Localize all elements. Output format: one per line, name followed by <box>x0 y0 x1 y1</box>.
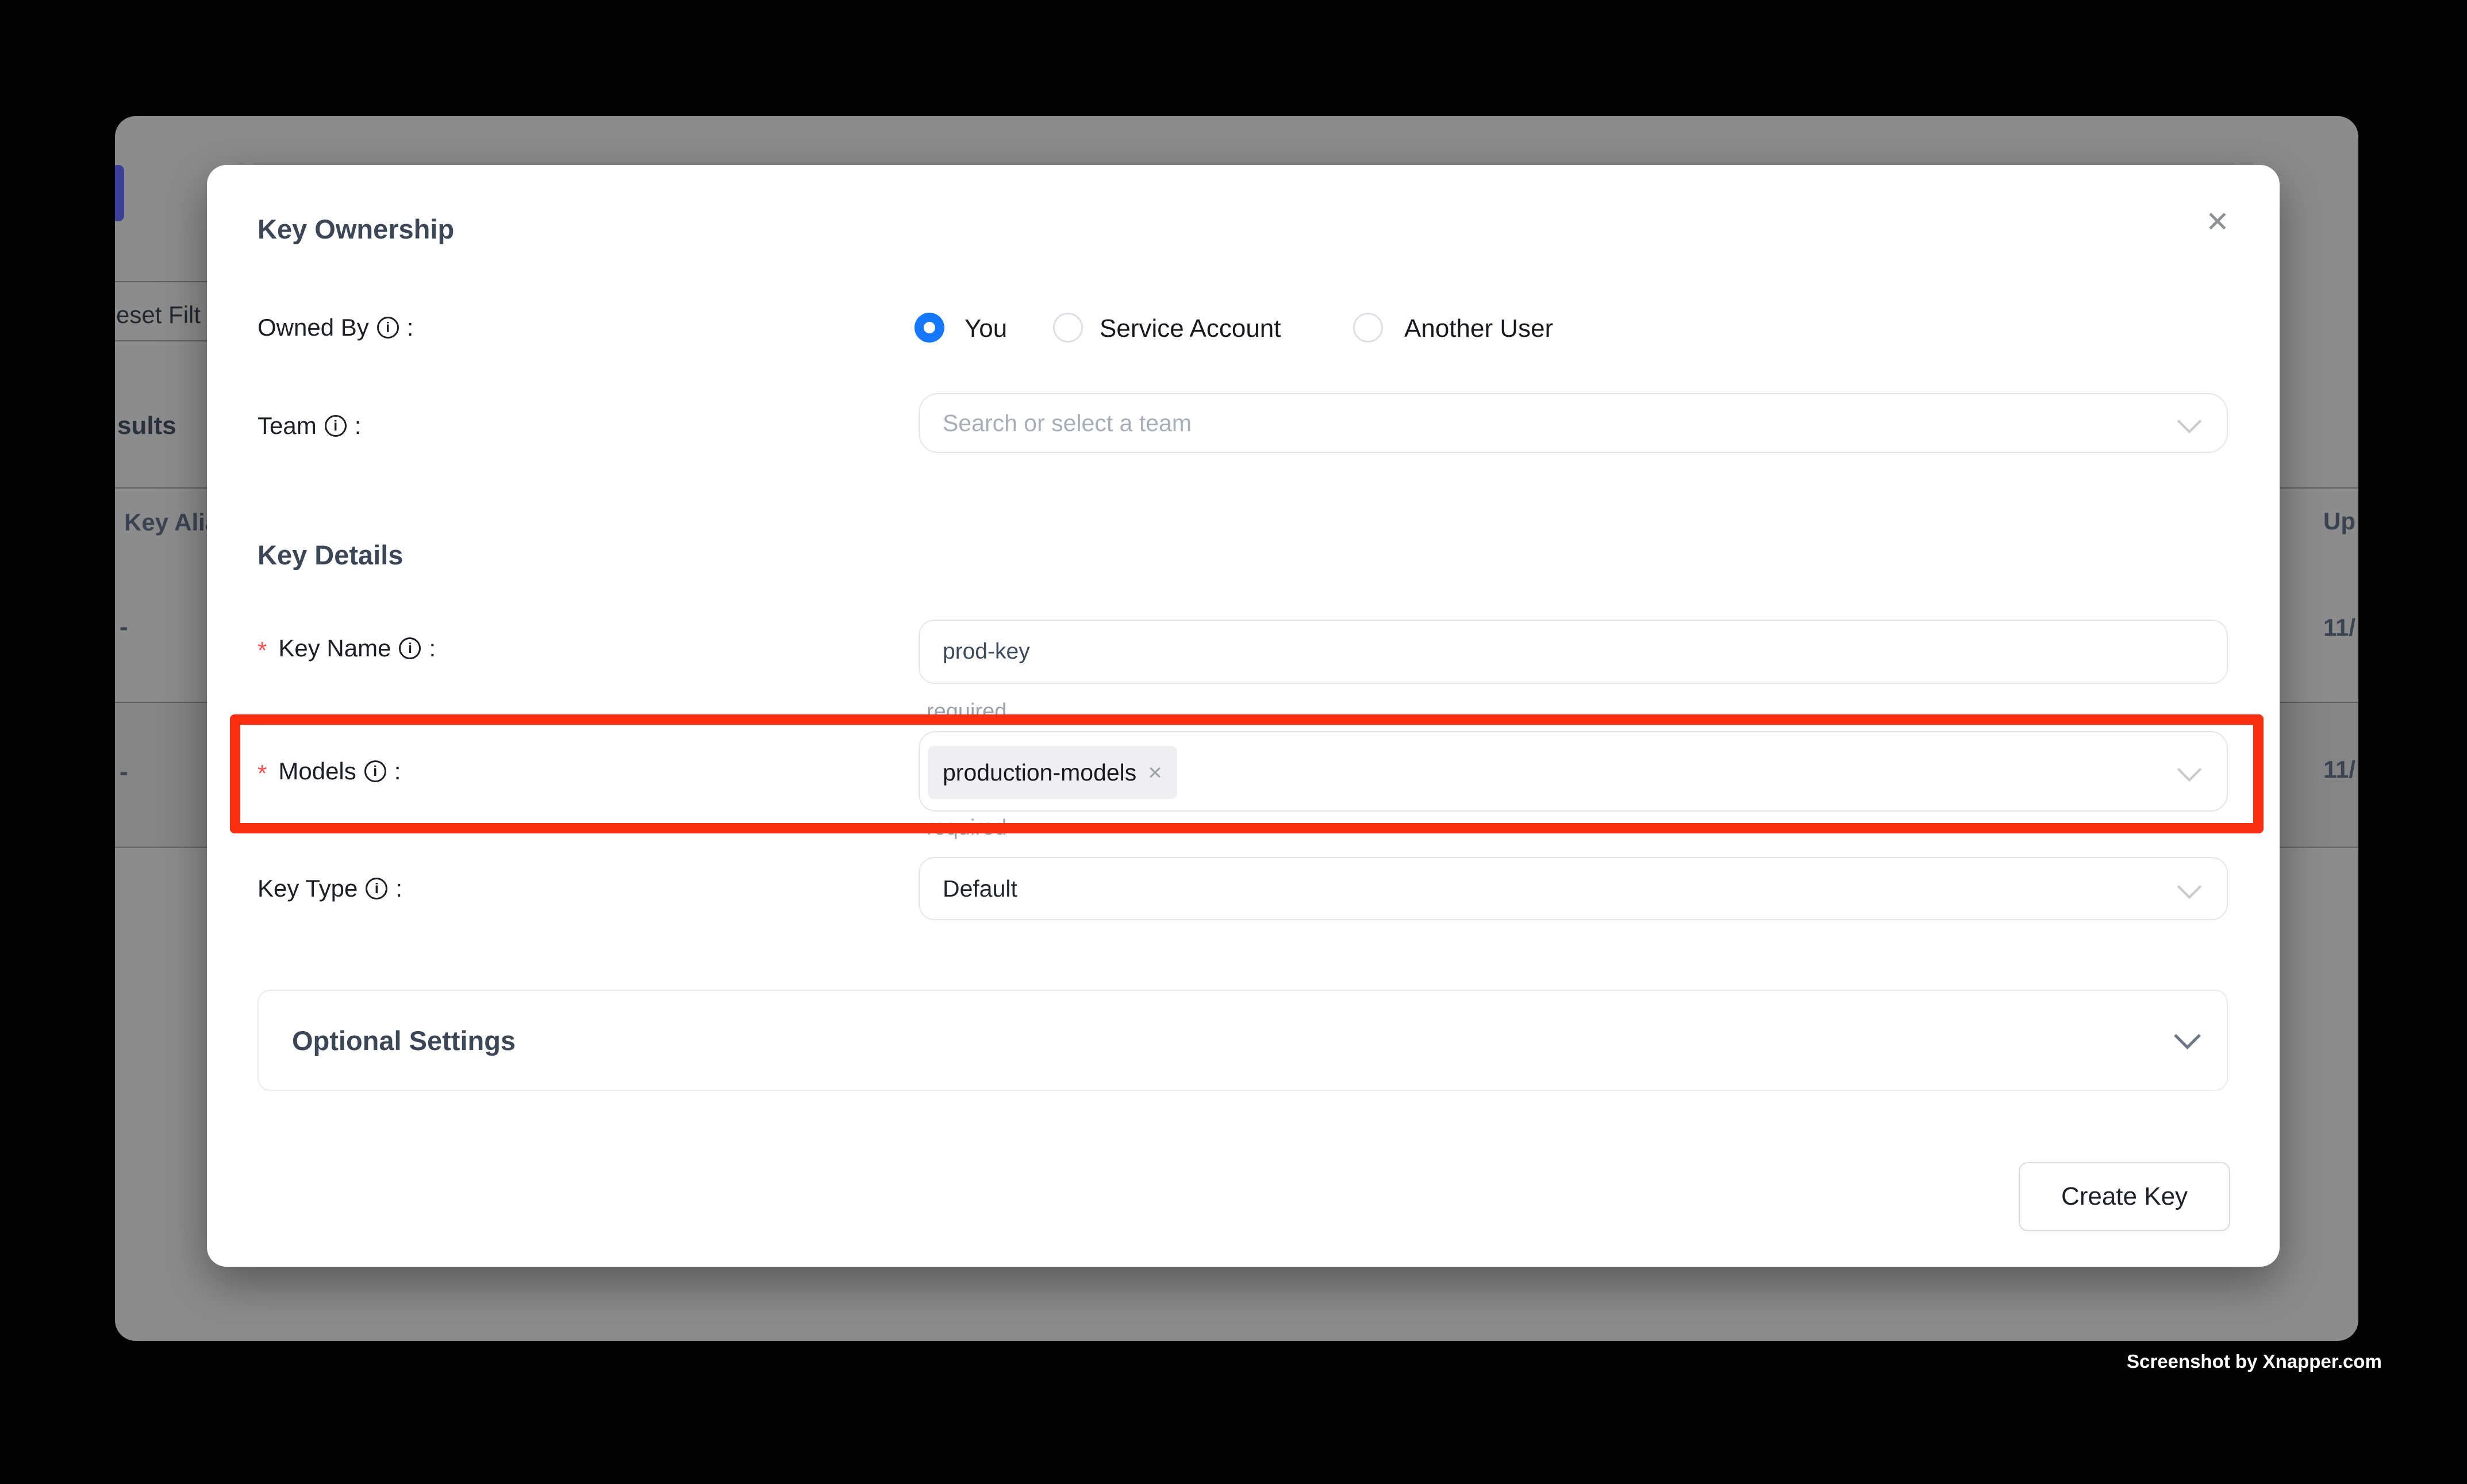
optional-settings-label: Optional Settings <box>292 991 516 1090</box>
chevron-down-icon <box>2177 875 2201 899</box>
team-label: Team i : <box>258 411 361 441</box>
column-header-key-alias: Key Alia <box>124 509 218 536</box>
results-count-partial: sults <box>117 412 176 440</box>
key-name-label: * Key Name i : <box>258 633 436 663</box>
radio-owned-by-you[interactable] <box>914 313 944 343</box>
team-select-placeholder: Search or select a team <box>943 394 1192 452</box>
radio-label-service-account[interactable]: Service Account <box>1100 314 1281 343</box>
reset-filters-button-partial: eset Filt <box>116 301 201 329</box>
chevron-down-icon <box>2177 409 2201 433</box>
create-key-button[interactable]: Create Key <box>2019 1162 2230 1231</box>
radio-label-another-user[interactable]: Another User <box>1404 314 1553 343</box>
colon: : <box>395 875 402 902</box>
optional-settings-panel[interactable]: Optional Settings <box>258 990 2228 1091</box>
page: eset Filt sults Key Alia Up - 11/ - 11/ … <box>0 0 2467 1484</box>
key-type-select[interactable]: Default <box>919 857 2228 920</box>
key-name-value: prod-key <box>943 621 1030 683</box>
key-name-label-text: Key Name <box>278 635 391 662</box>
key-details-title: Key Details <box>258 539 403 571</box>
key-type-value: Default <box>943 858 1017 919</box>
toolbar-divider-bottom <box>115 340 208 341</box>
close-icon[interactable]: ✕ <box>2200 205 2235 239</box>
owned-by-label: Owned By i : <box>258 313 413 343</box>
team-select[interactable]: Search or select a team <box>919 393 2228 453</box>
table-cell-updated: 11/ <box>2323 614 2355 641</box>
radio-owned-by-another-user[interactable] <box>1353 313 1383 343</box>
info-icon[interactable]: i <box>377 317 399 339</box>
annotation-box <box>230 714 2264 833</box>
owned-by-label-text: Owned By <box>258 314 369 341</box>
key-type-label-text: Key Type <box>258 875 358 902</box>
required-mark: * <box>258 637 267 664</box>
radio-label-you[interactable]: You <box>964 314 1007 343</box>
table-cell-key-alias: - <box>120 613 128 641</box>
chevron-down-icon <box>2174 1022 2201 1049</box>
info-icon[interactable]: i <box>325 415 347 437</box>
info-icon[interactable]: i <box>399 637 421 659</box>
colon: : <box>429 635 436 662</box>
radio-owned-by-service-account[interactable] <box>1053 313 1083 343</box>
watermark-text: Screenshot by Xnapper.com <box>2127 1351 2352 1372</box>
key-type-label: Key Type i : <box>258 874 402 904</box>
column-header-updated: Up <box>2323 508 2355 535</box>
table-cell-key-alias: - <box>120 758 128 786</box>
colon: : <box>355 412 362 440</box>
toolbar-divider-top <box>115 281 208 282</box>
create-key-button-fragment <box>115 165 124 221</box>
table-cell-updated: 11/ <box>2323 756 2355 783</box>
colon: : <box>407 314 414 341</box>
modal-title: Key Ownership <box>258 213 454 245</box>
key-name-input[interactable]: prod-key <box>919 620 2228 684</box>
info-icon[interactable]: i <box>366 878 387 899</box>
team-label-text: Team <box>258 412 317 440</box>
